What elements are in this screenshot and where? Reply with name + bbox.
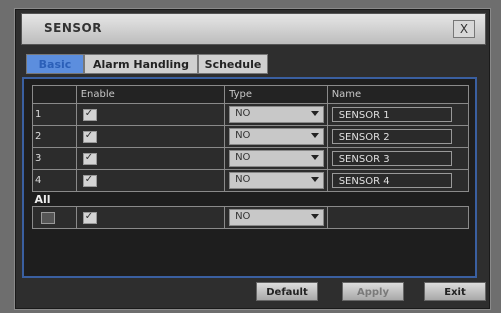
header-type: Type — [224, 85, 328, 104]
close-icon: X — [459, 22, 469, 36]
sensor-index: 3 — [32, 147, 77, 170]
table-header-row: Enable Type Name — [32, 85, 470, 104]
chevron-down-icon — [311, 177, 320, 182]
sensor-index: 1 — [32, 103, 77, 126]
tab-alarm-handling[interactable]: Alarm Handling — [84, 54, 198, 74]
default-button[interactable]: Default — [256, 282, 318, 301]
type-select[interactable]: NO — [229, 172, 325, 189]
exit-button[interactable]: Exit — [424, 282, 486, 301]
header-enable: Enable — [75, 85, 226, 104]
enable-checkbox[interactable]: ✓ — [82, 173, 97, 187]
tab-schedule[interactable]: Schedule — [198, 54, 268, 74]
enable-all-checkbox[interactable]: ✓ — [82, 210, 97, 224]
all-name-cell — [326, 206, 470, 229]
sensor-name-field[interactable]: SENSOR 2 — [331, 129, 452, 144]
sensor-name-field[interactable]: SENSOR 4 — [331, 173, 452, 188]
checkmark-icon: ✓ — [84, 129, 94, 141]
all-label: All — [34, 192, 51, 206]
enable-checkbox[interactable]: ✓ — [82, 129, 97, 143]
enable-checkbox[interactable]: ✓ — [82, 151, 97, 165]
header-index — [32, 85, 77, 104]
title-bar: SENSOR X — [21, 13, 486, 45]
chevron-down-icon — [311, 111, 320, 116]
checkmark-icon: ✓ — [84, 107, 94, 119]
table-row: 3 ✓ NO SENSOR 3 — [32, 147, 470, 170]
type-all-select[interactable]: NO — [229, 209, 325, 226]
checkmark-icon: ✓ — [84, 173, 94, 185]
table-row: 2 ✓ NO SENSOR 2 — [32, 125, 470, 148]
close-button[interactable]: X — [453, 20, 475, 38]
sensor-index: 4 — [32, 169, 77, 192]
sensor-panel: Enable Type Name 1 ✓ NO SENSOR 1 2 ✓ NO … — [22, 77, 477, 278]
sensor-name-field[interactable]: SENSOR 1 — [331, 107, 452, 122]
chevron-down-icon — [311, 133, 320, 138]
table-row: 1 ✓ NO SENSOR 1 — [32, 103, 470, 126]
chevron-down-icon — [311, 214, 320, 219]
all-label-row: All — [32, 191, 469, 207]
tab-basic[interactable]: Basic — [26, 54, 84, 74]
checkmark-icon: ✓ — [84, 210, 94, 222]
apply-button[interactable]: Apply — [342, 282, 404, 301]
type-select[interactable]: NO — [229, 150, 325, 167]
sensor-index: 2 — [32, 125, 77, 148]
chevron-down-icon — [311, 155, 320, 160]
table-row: 4 ✓ NO SENSOR 4 — [32, 169, 470, 192]
sensor-name-field[interactable]: SENSOR 3 — [331, 151, 452, 166]
type-select[interactable]: NO — [229, 128, 325, 145]
checkmark-icon: ✓ — [84, 151, 94, 163]
all-row: ✓ NO — [32, 206, 470, 229]
sensor-table: Enable Type Name 1 ✓ NO SENSOR 1 2 ✓ NO … — [32, 85, 470, 229]
dialog-title: SENSOR — [44, 21, 102, 35]
select-all-checkbox[interactable] — [41, 211, 55, 224]
header-name: Name — [326, 85, 470, 104]
enable-checkbox[interactable]: ✓ — [82, 107, 97, 121]
type-select[interactable]: NO — [229, 106, 325, 123]
